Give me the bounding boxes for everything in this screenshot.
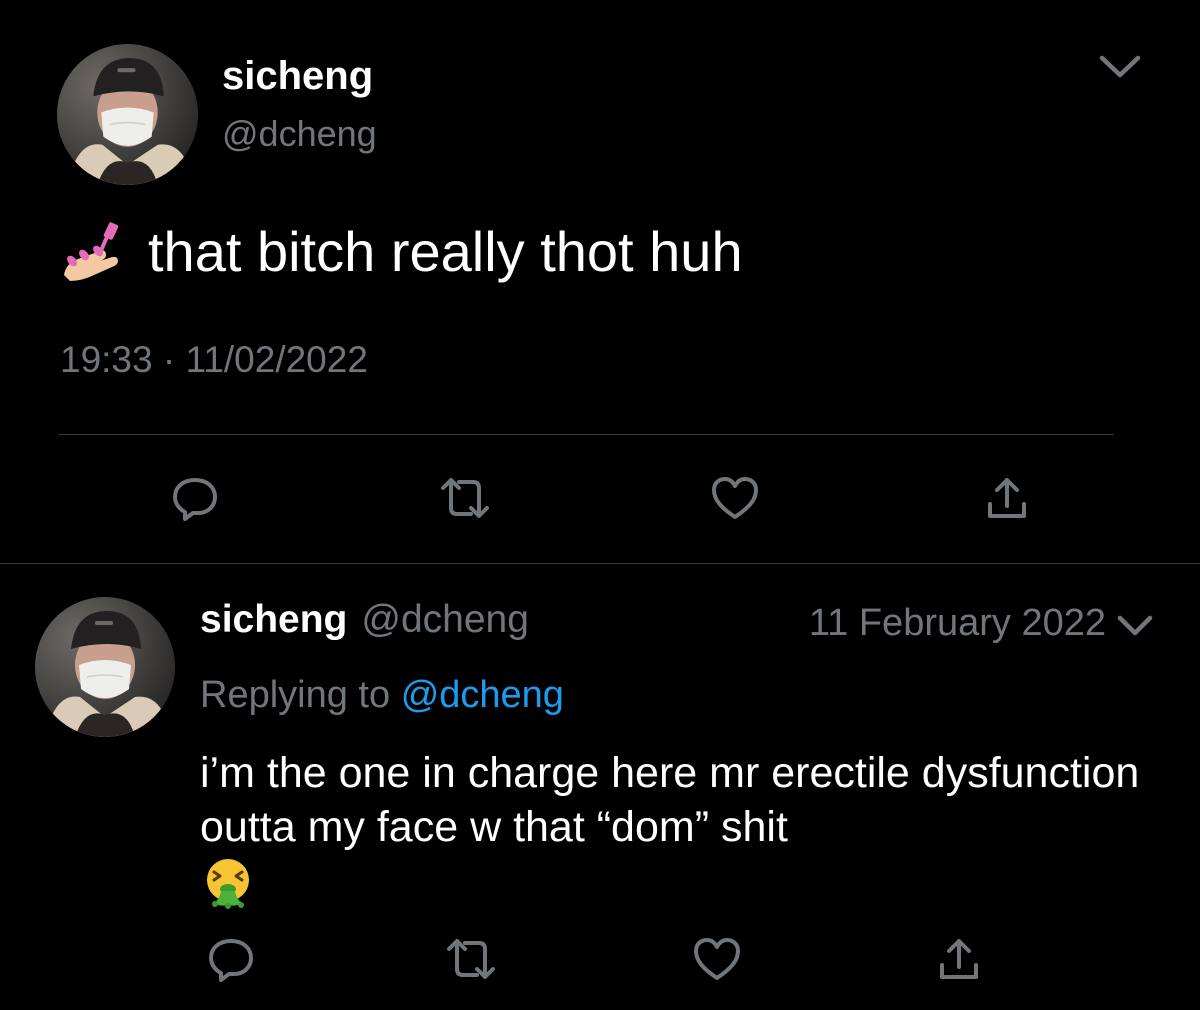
reply-icon — [207, 935, 255, 983]
divider — [0, 563, 1200, 564]
reply-date[interactable]: 11 February 2022 — [809, 598, 1106, 648]
share-icon — [936, 935, 982, 983]
replying-handle-link[interactable]: @dcheng — [401, 674, 564, 716]
tweet-time: 19:33 — [60, 339, 153, 380]
reply-icon — [171, 474, 219, 522]
replying-to: Replying to @dcheng — [200, 670, 564, 720]
tweet-body: that bitch really thot huh — [60, 212, 743, 292]
divider — [58, 434, 1114, 435]
avatar[interactable] — [35, 597, 175, 737]
display-name[interactable]: sicheng — [222, 52, 373, 100]
display-name[interactable]: sicheng — [200, 598, 347, 642]
timestamp[interactable]: 19:33 · 11/02/2022 — [60, 338, 368, 382]
reply-button[interactable] — [166, 469, 224, 527]
user-handle[interactable]: @dcheng — [222, 112, 377, 156]
share-button[interactable] — [930, 930, 988, 988]
avatar[interactable] — [57, 44, 198, 185]
chevron-down-icon[interactable] — [1114, 612, 1156, 640]
like-icon — [692, 936, 742, 982]
replying-label: Replying to — [200, 674, 391, 716]
like-icon — [710, 475, 760, 521]
tweet-date: 11/02/2022 — [185, 339, 368, 380]
chevron-down-icon[interactable] — [1096, 52, 1144, 82]
time-separator: · — [162, 339, 176, 380]
like-button[interactable] — [688, 930, 746, 988]
reply-text: i’m the one in charge here mr erectile d… — [200, 749, 1140, 851]
retweet-icon — [439, 474, 491, 522]
share-button[interactable] — [978, 469, 1036, 527]
vomiting-face-icon — [201, 855, 255, 909]
reply-header: sicheng @dcheng — [200, 598, 529, 648]
like-button[interactable] — [706, 469, 764, 527]
retweet-button[interactable] — [436, 469, 494, 527]
reply-button[interactable] — [202, 930, 260, 988]
retweet-button[interactable] — [442, 930, 500, 988]
retweet-icon — [445, 935, 497, 983]
user-handle[interactable]: @dcheng — [361, 598, 529, 642]
tweet-text: that bitch really thot huh — [148, 220, 743, 283]
nail-polish-icon — [60, 217, 130, 287]
share-icon — [984, 474, 1030, 522]
